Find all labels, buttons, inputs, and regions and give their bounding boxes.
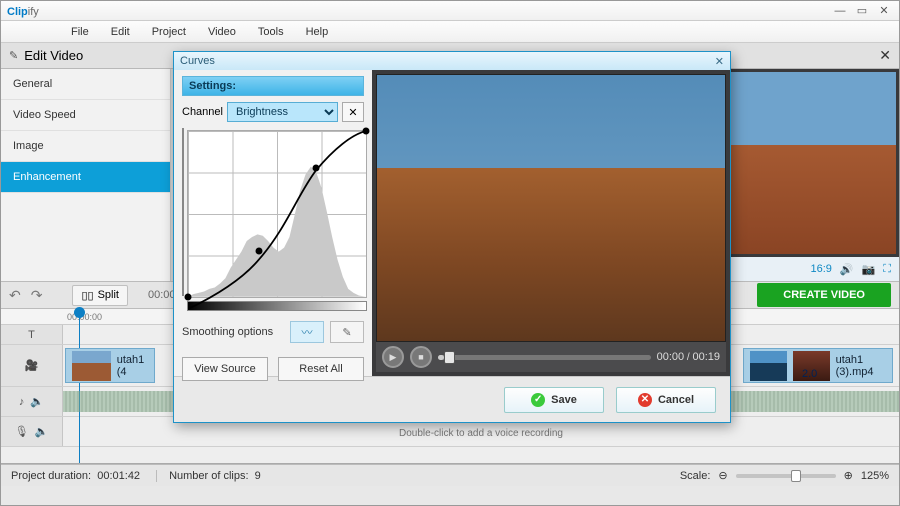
scale-label: Scale:	[680, 470, 711, 482]
voice-track-hint: Double-click to add a voice recording	[63, 428, 899, 439]
create-video-button[interactable]: CREATE VIDEO	[757, 283, 891, 307]
zoom-in-icon[interactable]: ⊕	[844, 469, 853, 482]
clip-duration-2: 2.0	[802, 368, 817, 380]
curve-point-1[interactable]	[256, 247, 263, 254]
stop-button[interactable]: ■	[410, 346, 432, 368]
text-track-icon: T	[28, 329, 35, 341]
player-time: 00:00 / 00:19	[657, 351, 720, 363]
cancel-label: Cancel	[658, 394, 694, 406]
channel-label: Channel	[182, 106, 223, 118]
window-maximize-button[interactable]: ▭	[853, 4, 871, 18]
draw-curve-button[interactable]: ✎	[330, 321, 364, 343]
channel-clear-button[interactable]: ✕	[342, 102, 364, 122]
music-mute-icon[interactable]: 🔈	[30, 395, 44, 408]
clips-value: 9	[255, 470, 261, 482]
redo-icon[interactable]: ↷	[31, 287, 43, 304]
undo-icon[interactable]: ↶	[9, 287, 21, 304]
sidebar-item-video-speed[interactable]: Video Speed	[1, 100, 170, 131]
duration-value: 00:01:42	[97, 470, 140, 482]
music-track-head: ♪🔈	[1, 387, 63, 416]
clip-thumb-2	[750, 351, 787, 381]
edit-sidebar: General Video Speed Image Enhancement	[1, 69, 171, 281]
menu-bar: File Edit Project Video Tools Help	[1, 21, 899, 43]
dialog-player-bar: ▶ ■ 00:00 / 00:19	[376, 342, 726, 372]
save-label: Save	[551, 394, 577, 406]
menu-project[interactable]: Project	[142, 23, 196, 41]
video-track-head: 🎥	[1, 345, 63, 386]
menu-edit[interactable]: Edit	[101, 23, 140, 41]
scale-value: 125%	[861, 470, 889, 482]
status-bar: Project duration: 00:01:42 Number of cli…	[1, 464, 899, 486]
video-clip-2[interactable]: 2.0 utah1 (3).mp4	[743, 348, 893, 383]
video-clip-1[interactable]: utah1 (4	[65, 348, 155, 383]
clip-label-1: utah1 (4	[117, 354, 148, 378]
menu-help[interactable]: Help	[296, 23, 339, 41]
save-button[interactable]: ✓ Save	[504, 387, 604, 413]
main-preview-image	[722, 72, 896, 254]
smoothing-label: Smoothing options	[182, 326, 284, 338]
menu-file[interactable]: File	[61, 23, 99, 41]
cancel-button[interactable]: ✕ Cancel	[616, 387, 716, 413]
reset-all-button[interactable]: Reset All	[278, 357, 364, 381]
zoom-out-icon[interactable]: ⊖	[718, 469, 727, 482]
curve-editor[interactable]	[187, 130, 367, 298]
sidebar-item-enhancement[interactable]: Enhancement	[1, 162, 170, 193]
menu-tools[interactable]: Tools	[248, 23, 294, 41]
dialog-title: Curves	[180, 55, 215, 67]
app-logo: Clipify	[7, 3, 39, 18]
cancel-icon: ✕	[638, 393, 652, 407]
volume-icon[interactable]: 🔊	[840, 263, 854, 276]
curve-point-0[interactable]	[185, 294, 192, 301]
window-close-button[interactable]: ✕	[875, 4, 893, 18]
text-track-head: T	[1, 325, 63, 344]
dialog-close-icon[interactable]: ✕	[715, 55, 724, 68]
curve-point-3[interactable]	[363, 128, 370, 135]
curves-dialog: Curves ✕ Settings: Channel Brightness ✕	[173, 51, 731, 423]
snapshot-icon[interactable]: 📷	[862, 263, 876, 276]
edit-video-title: Edit Video	[24, 48, 83, 63]
voice-track-head: 🎙🔈	[1, 417, 63, 446]
channel-select[interactable]: Brightness	[227, 102, 338, 122]
music-icon: ♪	[19, 396, 25, 408]
close-panel-button[interactable]: ✕	[879, 47, 891, 64]
settings-header: Settings:	[182, 76, 364, 96]
split-label: Split	[98, 289, 119, 301]
view-source-button[interactable]: View Source	[182, 357, 268, 381]
split-icon: ▯▯	[81, 289, 93, 302]
play-button[interactable]: ▶	[382, 346, 404, 368]
zoom-slider[interactable]	[736, 474, 836, 478]
main-preview-pane: 16:9 🔊 📷 ⛶	[719, 69, 899, 281]
menu-video[interactable]: Video	[198, 23, 246, 41]
window-minimize-button[interactable]: —	[831, 4, 849, 18]
curve-point-2[interactable]	[313, 164, 320, 171]
aspect-ratio-label: 16:9	[810, 263, 831, 275]
sidebar-item-image[interactable]: Image	[1, 131, 170, 162]
pencil-icon: ✎	[9, 49, 18, 62]
dialog-titlebar[interactable]: Curves ✕	[174, 52, 730, 70]
mic-icon: 🎙	[15, 425, 29, 438]
dialog-preview-image	[376, 74, 726, 342]
seek-bar[interactable]	[438, 355, 651, 360]
voice-mute-icon[interactable]: 🔈	[35, 425, 49, 438]
clip-label-2: utah1 (3).mp4	[836, 354, 886, 378]
clips-label: Number of clips:	[169, 470, 248, 482]
output-gradient	[182, 128, 184, 296]
smooth-curve-button[interactable]: 〰	[290, 321, 324, 343]
video-track-icon: 🎥	[25, 359, 39, 372]
check-icon: ✓	[531, 393, 545, 407]
fullscreen-icon[interactable]: ⛶	[883, 263, 891, 276]
split-button[interactable]: ▯▯ Split	[72, 285, 128, 306]
duration-label: Project duration:	[11, 470, 91, 482]
clip-thumb-1	[72, 351, 111, 381]
sidebar-item-general[interactable]: General	[1, 69, 170, 100]
